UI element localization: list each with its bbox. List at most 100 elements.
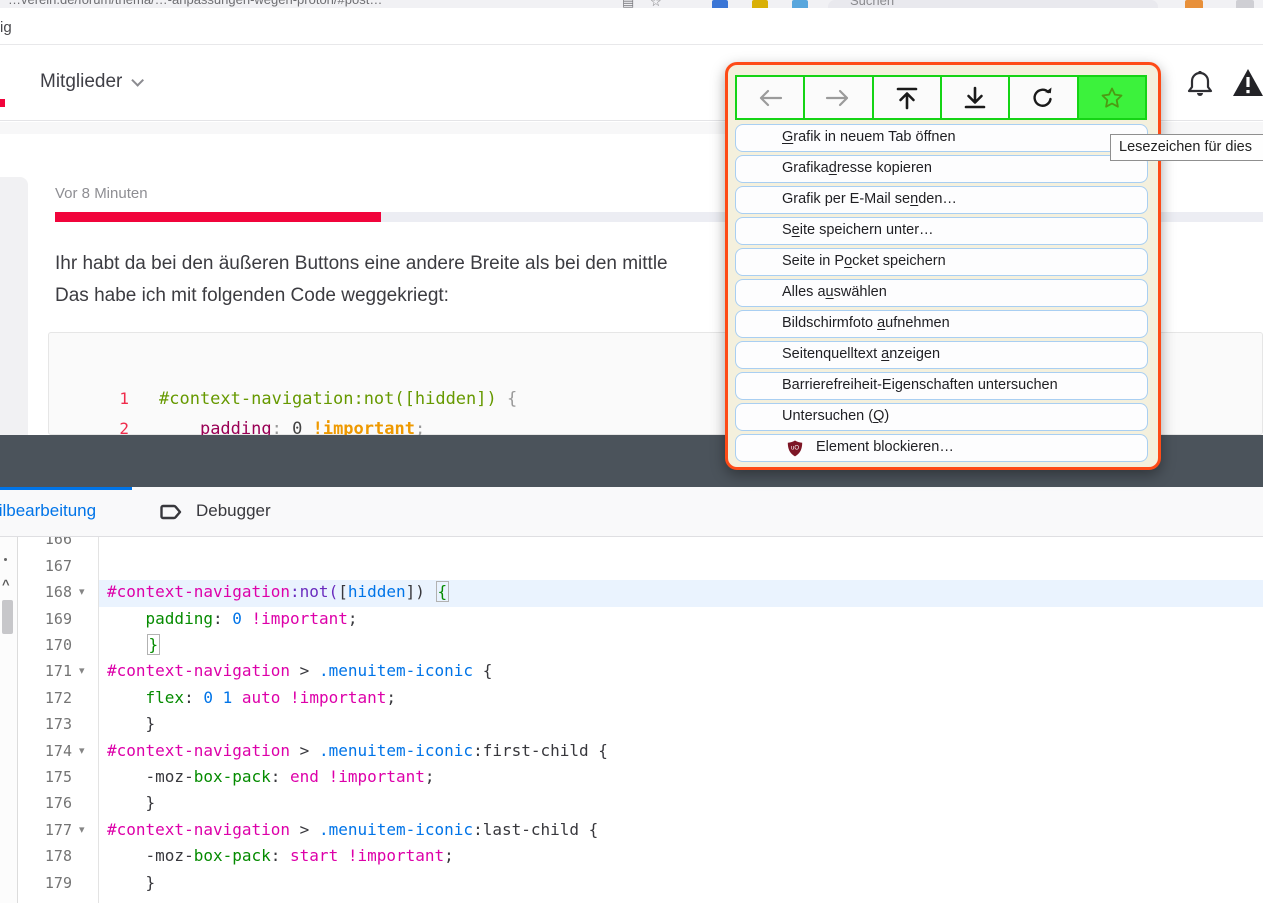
editor-line[interactable]: 167 bbox=[0, 554, 1263, 581]
line-number: 179 bbox=[18, 874, 72, 892]
editor-line[interactable]: 178 -moz-box-pack: start !important; bbox=[0, 844, 1263, 871]
line-number: 170 bbox=[18, 636, 72, 654]
editor-line-background bbox=[99, 633, 1263, 660]
tab-debugger[interactable]: Debugger bbox=[196, 501, 271, 521]
nav-mitglieder[interactable]: Mitglieder bbox=[40, 71, 140, 93]
debugger-tag-icon bbox=[160, 501, 184, 523]
chevron-down-icon bbox=[132, 74, 145, 87]
editor-line-source[interactable]: } bbox=[107, 635, 161, 654]
menu-icon[interactable] bbox=[1236, 0, 1254, 8]
ublock-shield-icon: uO bbox=[787, 440, 803, 457]
line-number: 167 bbox=[18, 557, 72, 575]
context-menu-item[interactable]: Grafik in neuem Tab öffnen bbox=[735, 124, 1148, 152]
extension-icon[interactable] bbox=[712, 0, 728, 8]
editor-line[interactable]: 176 } bbox=[0, 791, 1263, 818]
line-number: 166 bbox=[18, 537, 72, 548]
forward-button[interactable] bbox=[803, 75, 873, 120]
editor-line[interactable]: 179 } bbox=[0, 871, 1263, 898]
accent-notch bbox=[0, 99, 5, 107]
editor-line[interactable]: 175 -moz-box-pack: end !important; bbox=[0, 765, 1263, 792]
editor-line[interactable]: 173 } bbox=[0, 712, 1263, 739]
editor-line[interactable]: 168 ▾ #context-navigation:not([hidden]) { bbox=[0, 580, 1263, 607]
editor-line-source[interactable]: #context-navigation > .menuitem-iconic { bbox=[107, 661, 492, 680]
context-menu-item[interactable]: Seitenquelltext anzeigen bbox=[735, 341, 1148, 369]
bookmarks-toolbar: ig bbox=[0, 8, 1263, 45]
context-menu-item[interactable]: Seite in Pocket speichern bbox=[735, 248, 1148, 276]
scroll-to-top-button[interactable] bbox=[872, 75, 942, 120]
bookmark-item[interactable]: ig bbox=[0, 19, 12, 36]
line-number: 177 bbox=[18, 821, 72, 839]
strip-dot bbox=[4, 558, 7, 561]
fold-arrow-icon[interactable]: ▾ bbox=[79, 664, 85, 677]
line-number: 169 bbox=[18, 610, 72, 628]
style-editor-source[interactable]: 166 167 168 ▾ #context-navigation:not([hidde… bbox=[0, 537, 1263, 903]
editor-line-source[interactable]: } bbox=[107, 873, 155, 892]
extension-icon[interactable] bbox=[792, 0, 808, 8]
extension-icon[interactable] bbox=[752, 0, 768, 8]
post-paragraph-line1: Ihr habt da bei den äußeren Buttons eine… bbox=[55, 253, 668, 275]
editor-line-background bbox=[99, 871, 1263, 898]
editor-line[interactable]: 172 flex: 0 1 auto !important; bbox=[0, 686, 1263, 713]
line-number: 171 bbox=[18, 662, 72, 680]
line-number: 168 bbox=[18, 583, 72, 601]
devtools-tabbar: tilbearbeitung Debugger bbox=[0, 487, 1263, 537]
bookmark-page-button[interactable] bbox=[1077, 75, 1147, 120]
context-menu-item[interactable]: Barrierefreiheit-Eigenschaften untersuch… bbox=[735, 372, 1148, 400]
forward-arrow-icon bbox=[825, 88, 851, 108]
url-text[interactable]: …verein.de/forum/thema/…-anpassungen-weg… bbox=[8, 0, 382, 7]
editor-line[interactable]: 177 ▾ #context-navigation > .menuitem-icon… bbox=[0, 818, 1263, 845]
nav-mitglieder-label: Mitglieder bbox=[40, 71, 122, 92]
editor-line[interactable]: 166 bbox=[0, 537, 1263, 554]
editor-line-source[interactable]: #context-navigation > .menuitem-iconic:l… bbox=[107, 820, 598, 839]
line-number: 173 bbox=[18, 715, 72, 733]
reader-mode-icon[interactable]: ▤ bbox=[622, 0, 634, 8]
post-paragraph-line2: Das habe ich mit folgenden Code weggekri… bbox=[55, 285, 449, 307]
editor-line-source[interactable]: } bbox=[107, 714, 155, 733]
editor-line-source[interactable]: } bbox=[107, 793, 155, 812]
line-number: 176 bbox=[18, 794, 72, 812]
context-menu-item[interactable]: Alles auswählen bbox=[735, 279, 1148, 307]
editor-line-background bbox=[99, 554, 1263, 581]
fold-arrow-icon[interactable]: ▾ bbox=[79, 585, 85, 598]
fold-arrow-icon[interactable]: ▾ bbox=[79, 744, 85, 757]
context-menu-item[interactable]: Grafik per E-Mail senden… bbox=[735, 186, 1148, 214]
line-number: 174 bbox=[18, 742, 72, 760]
account-icon[interactable] bbox=[1185, 0, 1203, 8]
browser-urlbar-strip[interactable]: …verein.de/forum/thema/…-anpassungen-weg… bbox=[0, 0, 1263, 8]
editor-line-source[interactable]: #context-navigation > .menuitem-iconic:f… bbox=[107, 741, 608, 760]
active-tab-indicator bbox=[0, 487, 132, 490]
editor-line-background bbox=[99, 537, 1263, 554]
line-number: 178 bbox=[18, 847, 72, 865]
editor-line-source[interactable]: padding: 0 !important; bbox=[107, 609, 357, 628]
editor-line-source[interactable]: flex: 0 1 auto !important; bbox=[107, 688, 396, 707]
editor-line[interactable]: 169 padding: 0 !important; bbox=[0, 607, 1263, 634]
editor-line[interactable]: 171 ▾ #context-navigation > .menuitem-icon… bbox=[0, 659, 1263, 686]
star-icon bbox=[1100, 86, 1124, 110]
arrow-up-to-bar-icon bbox=[895, 86, 919, 110]
bookmark-star-icon[interactable]: ☆ bbox=[650, 0, 662, 8]
editor-line-background bbox=[99, 712, 1263, 739]
screenshot-root: …verein.de/forum/thema/…-anpassungen-weg… bbox=[0, 0, 1263, 903]
editor-line[interactable]: 174 ▾ #context-navigation > .menuitem-icon… bbox=[0, 739, 1263, 766]
editor-line-source[interactable]: -moz-box-pack: start !important; bbox=[107, 846, 454, 865]
context-menu-item[interactable]: Bildschirmfoto aufnehmen bbox=[735, 310, 1148, 338]
reload-button[interactable] bbox=[1008, 75, 1078, 120]
scroll-up-icon[interactable]: ^ bbox=[2, 577, 10, 592]
context-menu-item[interactable]: Grafikadresse kopieren bbox=[735, 155, 1148, 183]
scrollbar-thumb[interactable] bbox=[2, 600, 13, 634]
bookmark-tooltip: Lesezeichen für dies bbox=[1110, 134, 1263, 161]
context-menu-item[interactable]: Untersuchen (Q) bbox=[735, 403, 1148, 431]
editor-line-source[interactable]: -moz-box-pack: end !important; bbox=[107, 767, 435, 786]
editor-line-source[interactable]: #context-navigation:not([hidden]) { bbox=[107, 582, 450, 601]
tab-style-editor[interactable]: tilbearbeitung bbox=[0, 501, 96, 521]
bell-icon[interactable] bbox=[1186, 70, 1214, 100]
save-page-button[interactable] bbox=[940, 75, 1010, 120]
context-menu-item[interactable]: Seite speichern unter… bbox=[735, 217, 1148, 245]
progress-fill bbox=[55, 212, 381, 222]
editor-left-strip: ^ bbox=[0, 537, 18, 903]
warning-triangle-icon[interactable] bbox=[1232, 68, 1263, 98]
code-line-number: 1 bbox=[93, 389, 129, 408]
back-button[interactable] bbox=[735, 75, 805, 120]
fold-arrow-icon[interactable]: ▾ bbox=[79, 823, 85, 836]
editor-line[interactable]: 170 } bbox=[0, 633, 1263, 660]
